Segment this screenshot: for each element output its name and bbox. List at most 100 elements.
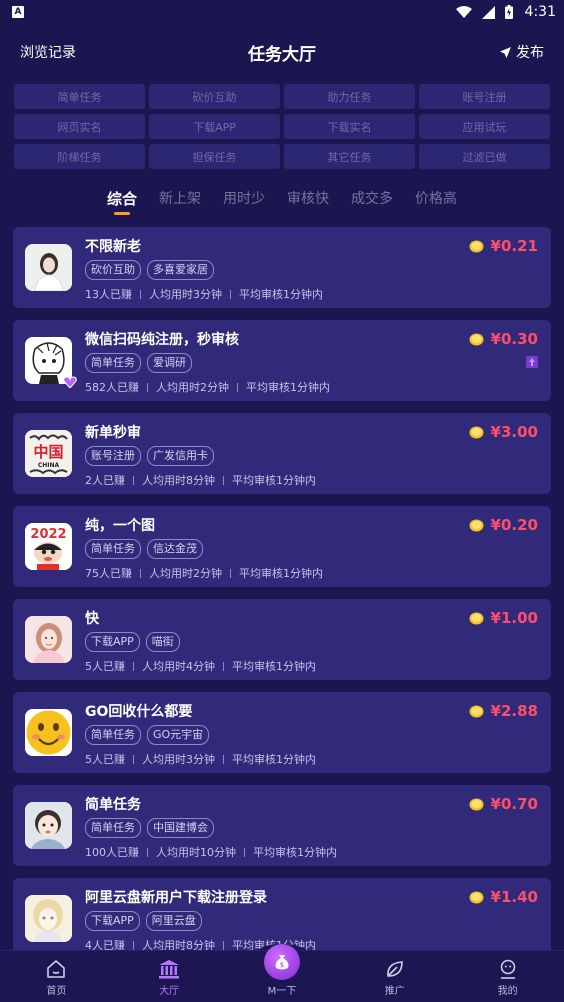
stat-divider bbox=[223, 940, 224, 950]
task-avg-time: 人均用时10分钟 bbox=[156, 846, 236, 859]
task-reward: ¥0.30 bbox=[469, 330, 538, 348]
task-avatar bbox=[25, 895, 72, 942]
vip-heart-icon bbox=[63, 376, 77, 388]
avatar-smiley bbox=[25, 709, 72, 756]
nav-profile-label: 我的 bbox=[497, 986, 518, 997]
publish-button[interactable]: 发布 bbox=[500, 42, 544, 62]
tab-fast-review[interactable]: 审核快 bbox=[287, 189, 329, 219]
task-price: ¥0.20 bbox=[490, 516, 538, 534]
filter-chip[interactable]: 简单任务 bbox=[14, 84, 145, 109]
tab-label: 综合 bbox=[106, 190, 137, 208]
nav-promote[interactable]: 推广 bbox=[355, 959, 435, 997]
filter-chip[interactable]: 助力任务 bbox=[284, 84, 415, 109]
filter-chip[interactable]: 过滤已做 bbox=[419, 144, 550, 169]
page-title: 任务大厅 bbox=[248, 44, 316, 65]
filter-chip[interactable]: 阶梯任务 bbox=[14, 144, 145, 169]
home-icon bbox=[47, 960, 66, 978]
stat-divider bbox=[133, 754, 134, 764]
stat-divider bbox=[133, 661, 134, 671]
task-avatar: 中国 CHINA bbox=[25, 430, 72, 477]
task-review-time: 平均审核1分钟内 bbox=[232, 753, 316, 766]
task-card[interactable]: 简单任务 简单任务 中国建博会 100人已赚 人均用时10分钟 平均审核1分钟内… bbox=[13, 785, 551, 866]
task-done-count: 2人已赚 bbox=[85, 474, 125, 487]
tab-newest[interactable]: 新上架 bbox=[159, 189, 201, 219]
task-reward: ¥2.88 bbox=[469, 702, 538, 720]
task-card[interactable]: 快 下载APP 喵街 5人已赚 人均用时4分钟 平均审核1分钟内 ¥1.00 bbox=[13, 599, 551, 680]
tab-most-deals[interactable]: 成交多 bbox=[351, 189, 393, 219]
task-merchant-tag: 喵街 bbox=[145, 632, 180, 652]
status-bar: A 4:31 bbox=[0, 0, 564, 24]
money-bag-button[interactable]: $ bbox=[264, 944, 300, 980]
task-price: ¥2.88 bbox=[490, 702, 538, 720]
tab-highest-price[interactable]: 价格高 bbox=[415, 189, 457, 219]
task-avg-time: 人均用时8分钟 bbox=[142, 474, 215, 487]
avatar-child bbox=[25, 802, 72, 849]
task-review-time: 平均审核1分钟内 bbox=[232, 660, 316, 673]
task-reward: ¥0.70 bbox=[469, 795, 538, 813]
nav-promote-label: 推广 bbox=[384, 986, 405, 997]
filter-chip[interactable]: 应用试玩 bbox=[419, 114, 550, 139]
stat-divider bbox=[223, 754, 224, 764]
task-reward: ¥0.21 bbox=[469, 237, 538, 255]
task-done-count: 5人已赚 bbox=[85, 753, 125, 766]
task-type-tag: 简单任务 bbox=[85, 818, 141, 838]
coin-icon bbox=[469, 333, 484, 345]
battery-icon bbox=[504, 5, 513, 19]
nav-hall[interactable]: 大厅 bbox=[129, 959, 209, 997]
task-type-tag: 账号注册 bbox=[85, 446, 141, 466]
profile-icon bbox=[500, 959, 515, 979]
task-merchant-tag: 广发信用卡 bbox=[147, 446, 214, 466]
filter-chip[interactable]: 担保任务 bbox=[149, 144, 280, 169]
task-tags: 简单任务 中国建博会 bbox=[85, 818, 539, 838]
task-card[interactable]: GO回收什么都要 简单任务 GO元宇宙 5人已赚 人均用时3分钟 平均审核1分钟… bbox=[13, 692, 551, 773]
task-avg-time: 人均用时2分钟 bbox=[149, 567, 222, 580]
nav-home[interactable]: 首页 bbox=[16, 959, 96, 997]
money-bag-icon: $ bbox=[275, 955, 289, 970]
filter-chip[interactable]: 砍价互助 bbox=[149, 84, 280, 109]
coin-icon bbox=[469, 519, 484, 531]
stat-divider bbox=[237, 382, 238, 392]
avatar-girl-pink bbox=[25, 616, 72, 663]
filter-grid: 简单任务 砍价互助 助力任务 账号注册 网页实名 下载APP 下载实名 应用试玩… bbox=[0, 80, 564, 169]
task-avg-time: 人均用时3分钟 bbox=[149, 288, 222, 301]
stat-divider bbox=[147, 847, 148, 857]
task-stats: 5人已赚 人均用时4分钟 平均审核1分钟内 bbox=[85, 658, 539, 674]
task-stats: 582人已赚 人均用时2分钟 平均审核1分钟内 bbox=[85, 379, 539, 395]
task-card[interactable]: 2022 纯，一个图 简单任务 信达金茂 75人已赚 人均用时2分钟 平均审核1… bbox=[13, 506, 551, 587]
coin-icon bbox=[469, 612, 484, 624]
tab-comprehensive[interactable]: 综合 bbox=[107, 189, 137, 219]
filter-chip[interactable]: 其它任务 bbox=[284, 144, 415, 169]
filter-chip[interactable]: 下载APP bbox=[149, 114, 280, 139]
filter-chip[interactable]: 网页实名 bbox=[14, 114, 145, 139]
nav-profile[interactable]: 我的 bbox=[468, 959, 548, 997]
browse-history-link[interactable]: 浏览记录 bbox=[20, 42, 76, 62]
task-type-tag: 简单任务 bbox=[85, 725, 141, 745]
stat-divider bbox=[244, 847, 245, 857]
task-price: ¥1.00 bbox=[490, 609, 538, 627]
task-card[interactable]: 中国 CHINA 新单秒审 账号注册 广发信用卡 2人已赚 人均用时8分钟 平均审… bbox=[13, 413, 551, 494]
task-review-time: 平均审核1分钟内 bbox=[232, 474, 316, 487]
clock: 4:31 bbox=[524, 4, 556, 20]
stat-divider bbox=[223, 475, 224, 485]
task-merchant-tag: 中国建博会 bbox=[147, 818, 214, 838]
task-card[interactable]: 不限新老 砍价互助 多喜爱家居 13人已赚 人均用时3分钟 平均审核1分钟内 ¥… bbox=[13, 227, 551, 308]
task-merchant-tag: GO元宇宙 bbox=[147, 725, 210, 745]
task-tags: 砍价互助 多喜爱家居 bbox=[85, 260, 539, 280]
task-avatar bbox=[25, 709, 72, 756]
task-reward: ¥0.20 bbox=[469, 516, 538, 534]
task-avatar: 2022 bbox=[25, 523, 72, 570]
task-type-tag: 砍价互助 bbox=[85, 260, 141, 280]
task-type-tag: 简单任务 bbox=[85, 539, 141, 559]
filter-chip[interactable]: 下载实名 bbox=[284, 114, 415, 139]
tab-least-time[interactable]: 用时少 bbox=[223, 189, 265, 219]
svg-text:2022: 2022 bbox=[30, 527, 66, 542]
task-stats: 2人已赚 人均用时8分钟 平均审核1分钟内 bbox=[85, 472, 539, 488]
task-merchant-tag: 多喜爱家居 bbox=[147, 260, 214, 280]
task-review-time: 平均审核1分钟内 bbox=[239, 288, 323, 301]
task-done-count: 5人已赚 bbox=[85, 660, 125, 673]
active-tab-indicator bbox=[113, 212, 130, 215]
task-card[interactable]: 微信扫码纯注册，秒审核 简单任务 爱调研 582人已赚 人均用时2分钟 平均审核… bbox=[13, 320, 551, 401]
filter-chip[interactable]: 账号注册 bbox=[419, 84, 550, 109]
stat-divider bbox=[230, 568, 231, 578]
task-price: ¥3.00 bbox=[490, 423, 538, 441]
